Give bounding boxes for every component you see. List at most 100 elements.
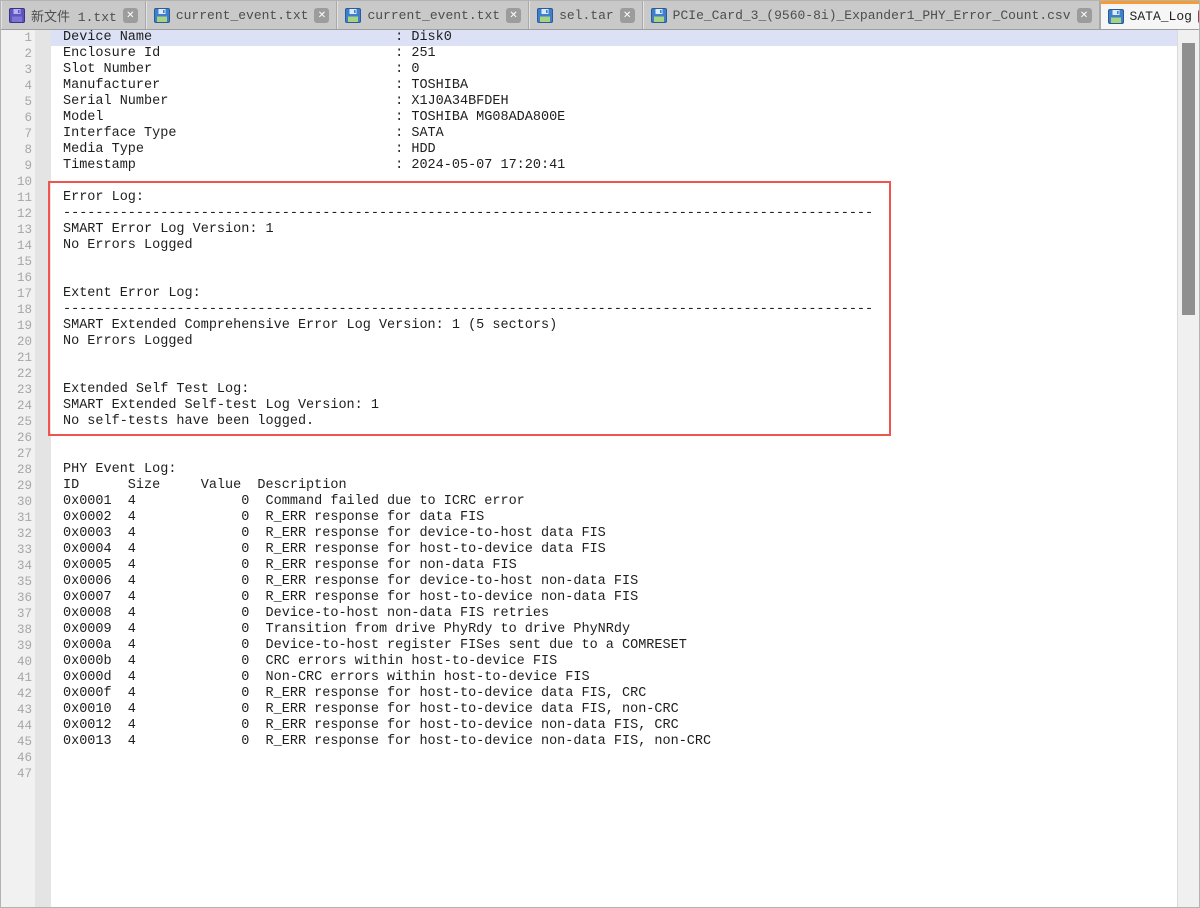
editor-line-47[interactable]: 47 [1, 766, 1177, 782]
line-text: Interface Type : SATA [51, 126, 1177, 142]
margin-strip [35, 238, 51, 254]
editor-line-17[interactable]: 17Extent Error Log: [1, 286, 1177, 302]
editor-line-3[interactable]: 3Slot Number : 0 [1, 62, 1177, 78]
margin-strip [35, 366, 51, 382]
editor-area[interactable]: 1Device Name : Disk02Enclosure Id : 2513… [1, 30, 1199, 907]
editor-line-38[interactable]: 380x0009 4 0 Transition from drive PhyRd… [1, 622, 1177, 638]
tab-4[interactable]: sel.tar✕ [529, 1, 643, 29]
line-text: 0x0009 4 0 Transition from drive PhyRdy … [51, 622, 1177, 638]
tab-close-icon[interactable]: ✕ [123, 8, 138, 23]
margin-strip [35, 526, 51, 542]
editor-line-29[interactable]: 29 ID Size Value Description [1, 478, 1177, 494]
editor-line-14[interactable]: 14No Errors Logged [1, 238, 1177, 254]
editor-line-22[interactable]: 22 [1, 366, 1177, 382]
line-text: Extent Error Log: [51, 286, 1177, 302]
line-text: Error Log: [51, 190, 1177, 206]
tab-close-icon[interactable]: ✕ [506, 8, 521, 23]
editor-line-11[interactable]: 11Error Log: [1, 190, 1177, 206]
editor-line-28[interactable]: 28PHY Event Log: [1, 462, 1177, 478]
editor-line-1[interactable]: 1Device Name : Disk0 [1, 30, 1177, 46]
editor-line-46[interactable]: 46 [1, 750, 1177, 766]
editor-line-45[interactable]: 450x0013 4 0 R_ERR response for host-to-… [1, 734, 1177, 750]
vertical-scrollbar[interactable] [1177, 30, 1199, 907]
editor-line-31[interactable]: 310x0002 4 0 R_ERR response for data FIS [1, 510, 1177, 526]
line-number: 2 [1, 46, 35, 62]
line-text: 0x0005 4 0 R_ERR response for non-data F… [51, 558, 1177, 574]
margin-strip [35, 590, 51, 606]
editor-line-10[interactable]: 10 [1, 174, 1177, 190]
editor-line-40[interactable]: 400x000b 4 0 CRC errors within host-to-d… [1, 654, 1177, 670]
line-text: Device Name : Disk0 [51, 30, 1177, 46]
scrollbar-thumb[interactable] [1182, 43, 1195, 315]
text-lines: 1Device Name : Disk02Enclosure Id : 2513… [1, 30, 1177, 782]
editor-line-26[interactable]: 26 [1, 430, 1177, 446]
line-text: ----------------------------------------… [51, 302, 1177, 318]
editor-line-21[interactable]: 21 [1, 350, 1177, 366]
editor-line-33[interactable]: 330x0004 4 0 R_ERR response for host-to-… [1, 542, 1177, 558]
tab-close-icon[interactable]: ✕ [620, 8, 635, 23]
tab-close-icon[interactable]: ✕ [314, 8, 329, 23]
line-number: 35 [1, 574, 35, 590]
floppy-disk-blue-icon [651, 8, 667, 23]
editor-line-8[interactable]: 8Media Type : HDD [1, 142, 1177, 158]
editor-line-12[interactable]: 12--------------------------------------… [1, 206, 1177, 222]
margin-strip [35, 574, 51, 590]
editor-line-36[interactable]: 360x0007 4 0 R_ERR response for host-to-… [1, 590, 1177, 606]
editor-line-37[interactable]: 370x0008 4 0 Device-to-host non-data FIS… [1, 606, 1177, 622]
editor-line-27[interactable]: 27 [1, 446, 1177, 462]
line-number: 33 [1, 542, 35, 558]
line-number: 23 [1, 382, 35, 398]
editor-line-34[interactable]: 340x0005 4 0 R_ERR response for non-data… [1, 558, 1177, 574]
editor-line-35[interactable]: 350x0006 4 0 R_ERR response for device-t… [1, 574, 1177, 590]
margin-strip [35, 222, 51, 238]
editor-line-6[interactable]: 6Model : TOSHIBA MG08ADA800E [1, 110, 1177, 126]
editor-line-4[interactable]: 4Manufacturer : TOSHIBA [1, 78, 1177, 94]
editor-line-18[interactable]: 18--------------------------------------… [1, 302, 1177, 318]
editor-line-20[interactable]: 20No Errors Logged [1, 334, 1177, 350]
floppy-disk-blue-icon [537, 8, 553, 23]
tab-3[interactable]: current_event.txt✕ [337, 1, 529, 29]
line-number: 36 [1, 590, 35, 606]
line-number: 27 [1, 446, 35, 462]
margin-strip [35, 414, 51, 430]
line-number: 24 [1, 398, 35, 414]
editor-line-24[interactable]: 24SMART Extended Self-test Log Version: … [1, 398, 1177, 414]
tab-6[interactable]: SATA_Log✕ [1100, 1, 1200, 29]
editor-line-39[interactable]: 390x000a 4 0 Device-to-host register FIS… [1, 638, 1177, 654]
tab-label: current_event.txt [176, 8, 309, 23]
editor-line-32[interactable]: 320x0003 4 0 R_ERR response for device-t… [1, 526, 1177, 542]
editor-line-30[interactable]: 300x0001 4 0 Command failed due to ICRC … [1, 494, 1177, 510]
editor-line-9[interactable]: 9Timestamp : 2024-05-07 17:20:41 [1, 158, 1177, 174]
editor-line-42[interactable]: 420x000f 4 0 R_ERR response for host-to-… [1, 686, 1177, 702]
editor-line-7[interactable]: 7 Interface Type : SATA [1, 126, 1177, 142]
editor-line-13[interactable]: 13SMART Error Log Version: 1 [1, 222, 1177, 238]
editor-line-15[interactable]: 15 [1, 254, 1177, 270]
line-text: 0x0001 4 0 Command failed due to ICRC er… [51, 494, 1177, 510]
line-text: ID Size Value Description [51, 478, 1177, 494]
margin-strip [35, 142, 51, 158]
margin-strip [35, 462, 51, 478]
editor-line-41[interactable]: 410x000d 4 0 Non-CRC errors within host-… [1, 670, 1177, 686]
line-text: Slot Number : 0 [51, 62, 1177, 78]
tab-1[interactable]: 新文件 1.txt✕ [1, 1, 146, 29]
editor-line-16[interactable]: 16 [1, 270, 1177, 286]
editor-line-44[interactable]: 440x0012 4 0 R_ERR response for host-to-… [1, 718, 1177, 734]
line-text [51, 270, 1177, 286]
editor-line-25[interactable]: 25No self-tests have been logged. [1, 414, 1177, 430]
line-number: 10 [1, 174, 35, 190]
editor-line-5[interactable]: 5Serial Number : X1J0A34BFDEH [1, 94, 1177, 110]
line-number: 29 [1, 478, 35, 494]
editor-line-43[interactable]: 430x0010 4 0 R_ERR response for host-to-… [1, 702, 1177, 718]
line-text: Media Type : HDD [51, 142, 1177, 158]
editor-line-2[interactable]: 2Enclosure Id : 251 [1, 46, 1177, 62]
editor-line-23[interactable]: 23Extended Self Test Log: [1, 382, 1177, 398]
editor-line-19[interactable]: 19SMART Extended Comprehensive Error Log… [1, 318, 1177, 334]
margin-strip [35, 110, 51, 126]
line-number: 7 [1, 126, 35, 142]
tab-close-icon[interactable]: ✕ [1077, 8, 1092, 23]
tab-5[interactable]: PCIe_Card_3_(9560-8i)_Expander1_PHY_Erro… [643, 1, 1100, 29]
line-text [51, 446, 1177, 462]
margin-strip [35, 510, 51, 526]
margin-strip [35, 190, 51, 206]
tab-2[interactable]: current_event.txt ✕ [146, 1, 338, 29]
